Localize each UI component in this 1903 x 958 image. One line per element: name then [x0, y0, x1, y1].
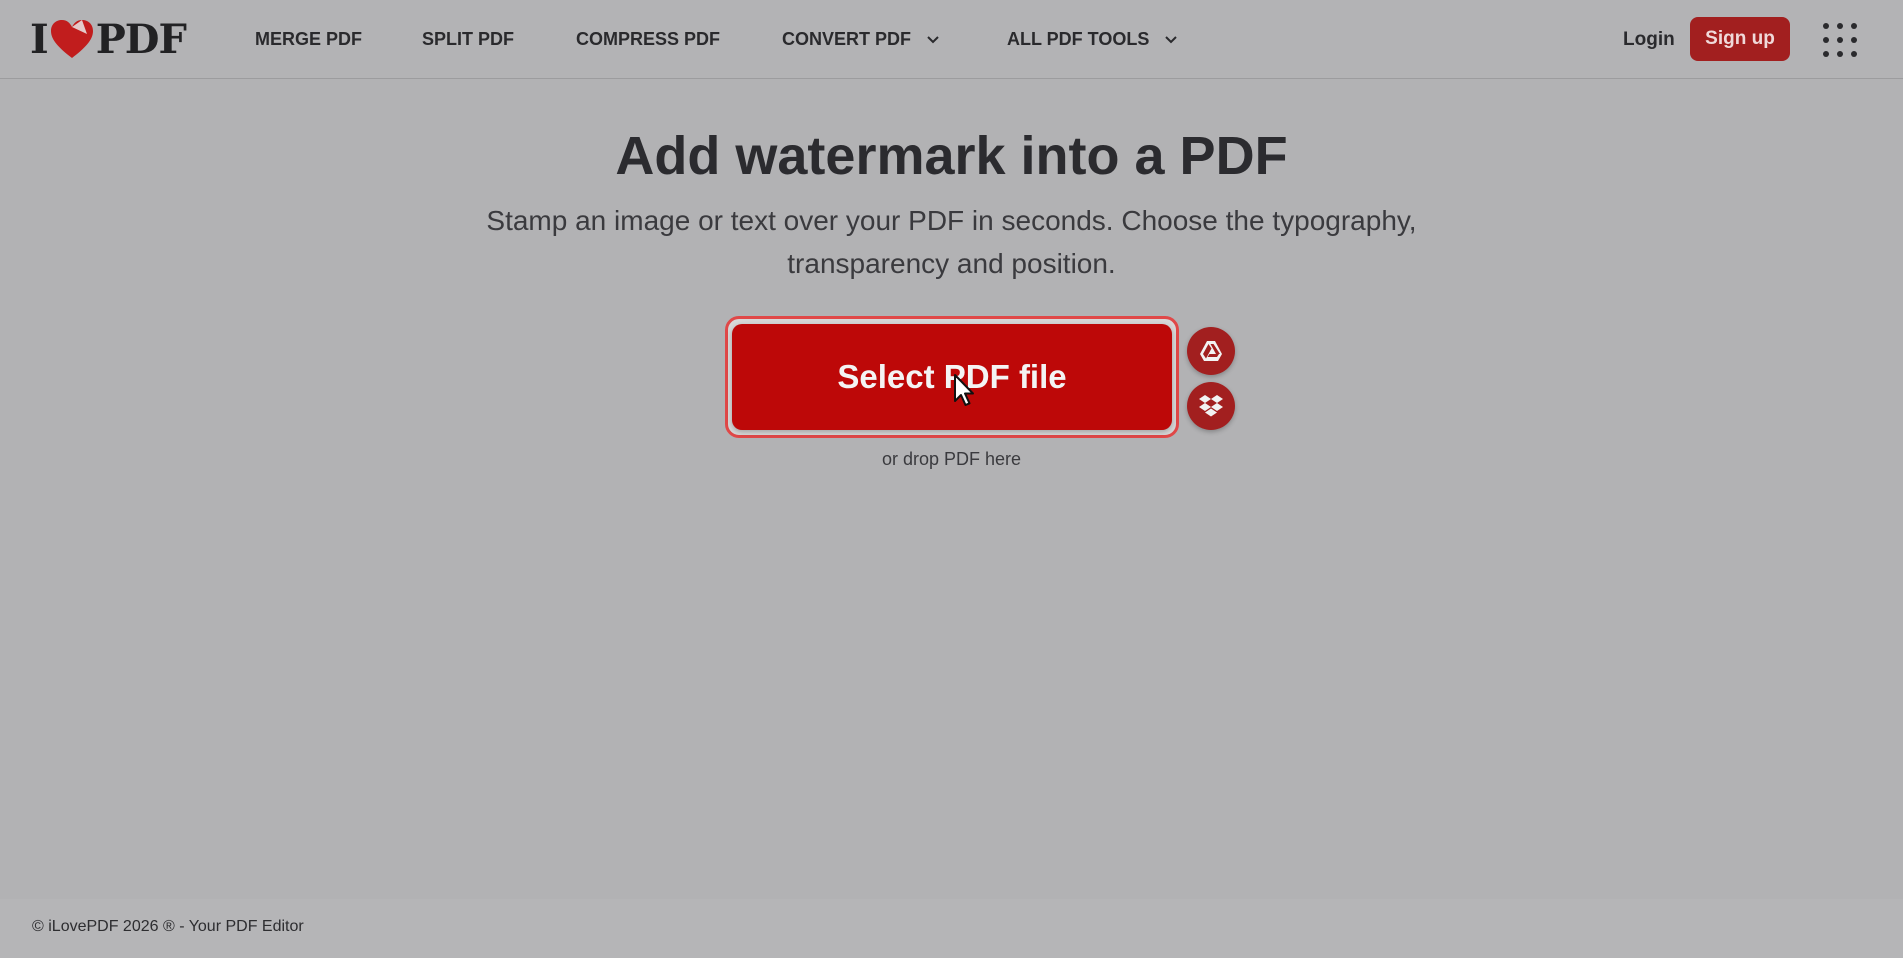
nav-split-pdf[interactable]: SPLIT PDF: [422, 0, 514, 79]
nav-label: ALL PDF TOOLS: [1007, 29, 1150, 49]
nav-all-pdf-tools[interactable]: ALL PDF TOOLS: [1007, 0, 1178, 79]
ilovepdf-logo[interactable]: I PDF: [30, 15, 187, 63]
page-subtitle: Stamp an image or text over your PDF in …: [486, 205, 1417, 279]
drop-hint: or drop PDF here: [881, 449, 1022, 469]
heart-icon: [50, 20, 93, 58]
google-drive-icon: [1200, 341, 1222, 361]
footer: © iLovePDF 2026 ® - Your PDF Editor: [0, 899, 1903, 958]
page-title: Add watermark into a PDF: [615, 126, 1288, 186]
footer-copyright: © iLovePDF 2026 ® - Your PDF Editor: [32, 918, 304, 935]
google-drive-button[interactable]: [1187, 327, 1235, 375]
nav-label: SPLIT PDF: [422, 29, 515, 49]
dropbox-icon: [1199, 395, 1223, 417]
nav-label: CONVERT PDF: [782, 29, 912, 49]
select-pdf-file-button[interactable]: Select PDF file: [732, 324, 1172, 430]
logo-letter-i: I: [30, 15, 49, 63]
login-link[interactable]: Login: [1623, 0, 1675, 79]
chevron-down-icon: [927, 35, 939, 43]
nav-convert-pdf[interactable]: CONVERT PDF: [782, 0, 939, 79]
top-header: I PDF MERGE PDF SPLIT PDF COMPRESS PDF C…: [0, 0, 1903, 79]
nav-label: COMPRESS PDF: [576, 29, 721, 49]
signup-button[interactable]: Sign up: [1690, 17, 1790, 61]
logo-letters-pdf: PDF: [95, 15, 187, 63]
nav-label: MERGE PDF: [255, 29, 363, 49]
dropbox-button[interactable]: [1187, 382, 1235, 430]
nav-compress-pdf[interactable]: COMPRESS PDF: [576, 0, 720, 79]
chevron-down-icon: [1165, 35, 1178, 43]
grid-icon[interactable]: [1822, 22, 1858, 58]
nav-merge-pdf[interactable]: MERGE PDF: [255, 0, 362, 79]
mouse-cursor-icon: [954, 374, 974, 406]
